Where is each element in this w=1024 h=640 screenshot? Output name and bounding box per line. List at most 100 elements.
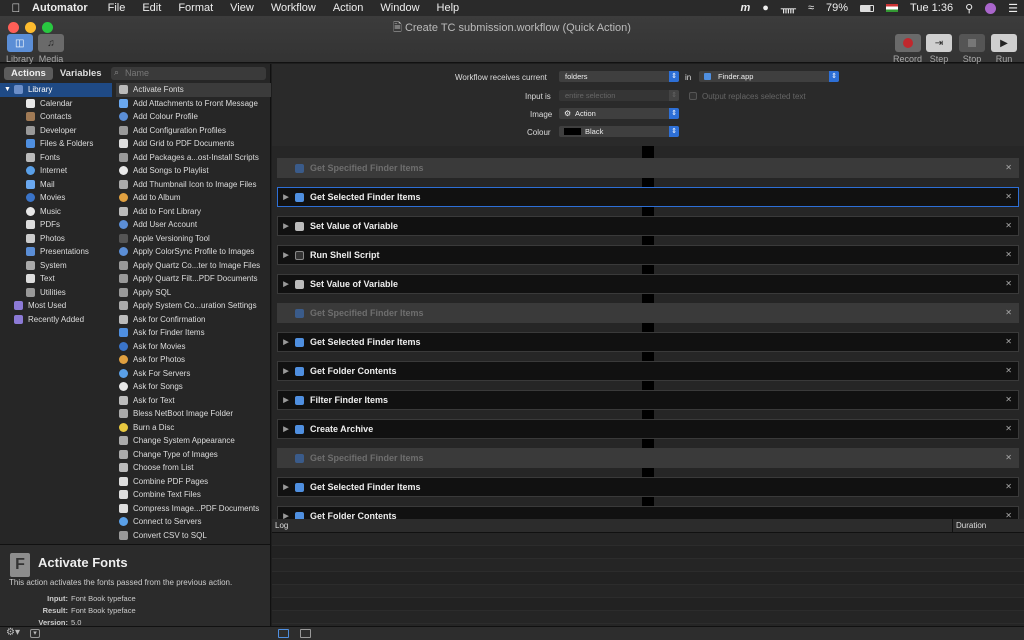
disclosure-triangle-icon[interactable]: ▶ bbox=[280, 193, 292, 201]
menu-edit[interactable]: Edit bbox=[142, 2, 161, 14]
menu-window[interactable]: Window bbox=[380, 2, 419, 14]
remove-step-icon[interactable]: ✕ bbox=[1005, 250, 1012, 259]
bluetooth-icon[interactable]: ᚅ bbox=[781, 2, 796, 15]
remove-step-icon[interactable]: ✕ bbox=[1005, 482, 1012, 491]
replaces-checkbox[interactable] bbox=[689, 92, 697, 100]
smart-folder-most-used[interactable]: Most Used bbox=[0, 299, 112, 313]
action-gear-icon[interactable]: ⚙▾ bbox=[6, 627, 20, 638]
category-calendar[interactable]: Calendar bbox=[0, 97, 112, 111]
battery-icon[interactable] bbox=[860, 4, 875, 12]
remove-step-icon[interactable]: ✕ bbox=[1005, 221, 1012, 230]
action-item[interactable]: Activate Fonts bbox=[116, 83, 271, 97]
action-item[interactable]: Ask for Finder Items bbox=[116, 326, 271, 340]
step-filter-finder-items[interactable]: ▶ Filter Finder Items ✕ bbox=[277, 390, 1019, 410]
action-item[interactable]: Change Type of Images bbox=[116, 448, 271, 462]
remove-step-icon[interactable]: ✕ bbox=[1005, 453, 1012, 462]
action-item[interactable]: Add Songs to Playlist bbox=[116, 164, 271, 178]
step-get-selected-finder-items[interactable]: ▶ Get Selected Finder Items ✕ bbox=[277, 187, 1019, 207]
action-item[interactable]: Ask for Confirmation bbox=[116, 313, 271, 327]
action-item[interactable]: Change System Appearance bbox=[116, 434, 271, 448]
disclosure-triangle-icon[interactable]: ▶ bbox=[280, 280, 292, 288]
action-item[interactable]: Apple Versioning Tool bbox=[116, 232, 271, 246]
action-item[interactable]: Add Packages a...ost-Install Scripts bbox=[116, 151, 271, 165]
action-item[interactable]: Add Grid to PDF Documents bbox=[116, 137, 271, 151]
status-app-icon[interactable]: m bbox=[740, 2, 750, 14]
remove-step-icon[interactable]: ✕ bbox=[1005, 308, 1012, 317]
menu-action[interactable]: Action bbox=[333, 2, 364, 14]
media-button[interactable]: ♫ Media bbox=[38, 34, 64, 64]
category-files-folders[interactable]: Files & Folders bbox=[0, 137, 112, 151]
category-presentations[interactable]: Presentations bbox=[0, 245, 112, 259]
toggle-description-icon[interactable]: ▾ bbox=[30, 629, 40, 638]
remove-step-icon[interactable]: ✕ bbox=[1005, 163, 1012, 172]
search-input[interactable]: Name bbox=[111, 66, 266, 80]
action-item[interactable]: Add Thumbnail Icon to Image Files bbox=[116, 178, 271, 192]
action-item[interactable]: Add Attachments to Front Message bbox=[116, 97, 271, 111]
disclosure-triangle-icon[interactable]: ▶ bbox=[280, 338, 292, 346]
disclosure-down-icon[interactable]: ▼ bbox=[4, 83, 11, 97]
category-mail[interactable]: Mail bbox=[0, 178, 112, 192]
disclosure-triangle-icon[interactable]: ▶ bbox=[280, 512, 292, 519]
remove-step-icon[interactable]: ✕ bbox=[1005, 395, 1012, 404]
action-item[interactable]: Ask For Servers bbox=[116, 367, 271, 381]
action-item[interactable]: Add to Album bbox=[116, 191, 271, 205]
category-text[interactable]: Text bbox=[0, 272, 112, 286]
step-set-value-of-variable[interactable]: ▶ Set Value of Variable ✕ bbox=[277, 274, 1019, 294]
action-item[interactable]: Apply System Co...uration Settings bbox=[116, 299, 271, 313]
action-item[interactable]: Convert CSV to SQL bbox=[116, 529, 271, 543]
step-run-shell-script[interactable]: ▶ Run Shell Script ✕ bbox=[277, 245, 1019, 265]
remove-step-icon[interactable]: ✕ bbox=[1005, 279, 1012, 288]
step-get-selected-finder-items[interactable]: ▶ Get Selected Finder Items ✕ bbox=[277, 477, 1019, 497]
category-music[interactable]: Music bbox=[0, 205, 112, 219]
action-item[interactable]: Connect to Servers bbox=[116, 515, 271, 529]
action-item[interactable]: Burn a Disc bbox=[116, 421, 271, 435]
clock[interactable]: Tue 1:36 bbox=[910, 2, 953, 14]
action-item[interactable]: Combine Text Files bbox=[116, 488, 271, 502]
remove-step-icon[interactable]: ✕ bbox=[1005, 424, 1012, 433]
category-pdfs[interactable]: PDFs bbox=[0, 218, 112, 232]
remove-step-icon[interactable]: ✕ bbox=[1005, 511, 1012, 519]
remove-step-icon[interactable]: ✕ bbox=[1005, 366, 1012, 375]
step-create-archive[interactable]: ▶ Create Archive ✕ bbox=[277, 419, 1019, 439]
remove-step-icon[interactable]: ✕ bbox=[1005, 337, 1012, 346]
category-developer[interactable]: Developer bbox=[0, 124, 112, 138]
menu-help[interactable]: Help bbox=[437, 2, 460, 14]
library-root[interactable]: ▼ Library bbox=[0, 83, 112, 97]
action-item[interactable]: Add Configuration Profiles bbox=[116, 124, 271, 138]
action-item[interactable]: Apply Quartz Filt...PDF Documents bbox=[116, 272, 271, 286]
action-item[interactable]: Ask for Photos bbox=[116, 353, 271, 367]
action-item[interactable]: Ask for Movies bbox=[116, 340, 271, 354]
disclosure-triangle-icon[interactable]: ▶ bbox=[280, 222, 292, 230]
tab-actions[interactable]: Actions bbox=[4, 67, 53, 80]
apple-icon[interactable]:  bbox=[0, 1, 32, 15]
library-button[interactable]: ◫ Library bbox=[6, 34, 34, 64]
menu-format[interactable]: Format bbox=[178, 2, 213, 14]
run-button[interactable]: ▶ Run bbox=[991, 34, 1017, 64]
category-fonts[interactable]: Fonts bbox=[0, 151, 112, 165]
step-set-value-of-variable[interactable]: ▶ Set Value of Variable ✕ bbox=[277, 216, 1019, 236]
action-item[interactable]: Add Colour Profile bbox=[116, 110, 271, 124]
step-get-specified-finder-items[interactable]: ▶Get Specified Finder Items✕ bbox=[277, 303, 1019, 323]
menu-file[interactable]: File bbox=[108, 2, 126, 14]
app-popup[interactable]: Finder.app bbox=[699, 71, 839, 82]
smart-folder-recently-added[interactable]: Recently Added bbox=[0, 313, 112, 327]
step-button[interactable]: ⇥ Step bbox=[926, 34, 952, 64]
log-column-header[interactable]: Log bbox=[275, 521, 288, 530]
category-system[interactable]: System bbox=[0, 259, 112, 273]
category-internet[interactable]: Internet bbox=[0, 164, 112, 178]
disclosure-triangle-icon[interactable]: ▶ bbox=[280, 425, 292, 433]
action-item[interactable]: Add User Account bbox=[116, 218, 271, 232]
category-utilities[interactable]: Utilities bbox=[0, 286, 112, 300]
image-popup[interactable]: ⚙ Action bbox=[559, 108, 679, 119]
list-view-icon[interactable] bbox=[278, 629, 289, 638]
action-item[interactable]: Bless NetBoot Image Folder bbox=[116, 407, 271, 421]
wifi-icon[interactable]: ≈ bbox=[808, 2, 814, 14]
stop-button[interactable]: Stop bbox=[959, 34, 985, 64]
menu-list-icon[interactable]: ☰ bbox=[1008, 2, 1018, 15]
menu-workflow[interactable]: Workflow bbox=[271, 2, 316, 14]
log-view-icon[interactable] bbox=[300, 629, 311, 638]
disclosure-triangle-icon[interactable]: ▶ bbox=[280, 251, 292, 259]
input-is-popup[interactable]: entire selection bbox=[559, 90, 679, 101]
action-item[interactable]: Apply Quartz Co...ter to Image Files bbox=[116, 259, 271, 273]
step-get-specified-finder-items[interactable]: ▶Get Specified Finder Items✕ bbox=[277, 448, 1019, 468]
